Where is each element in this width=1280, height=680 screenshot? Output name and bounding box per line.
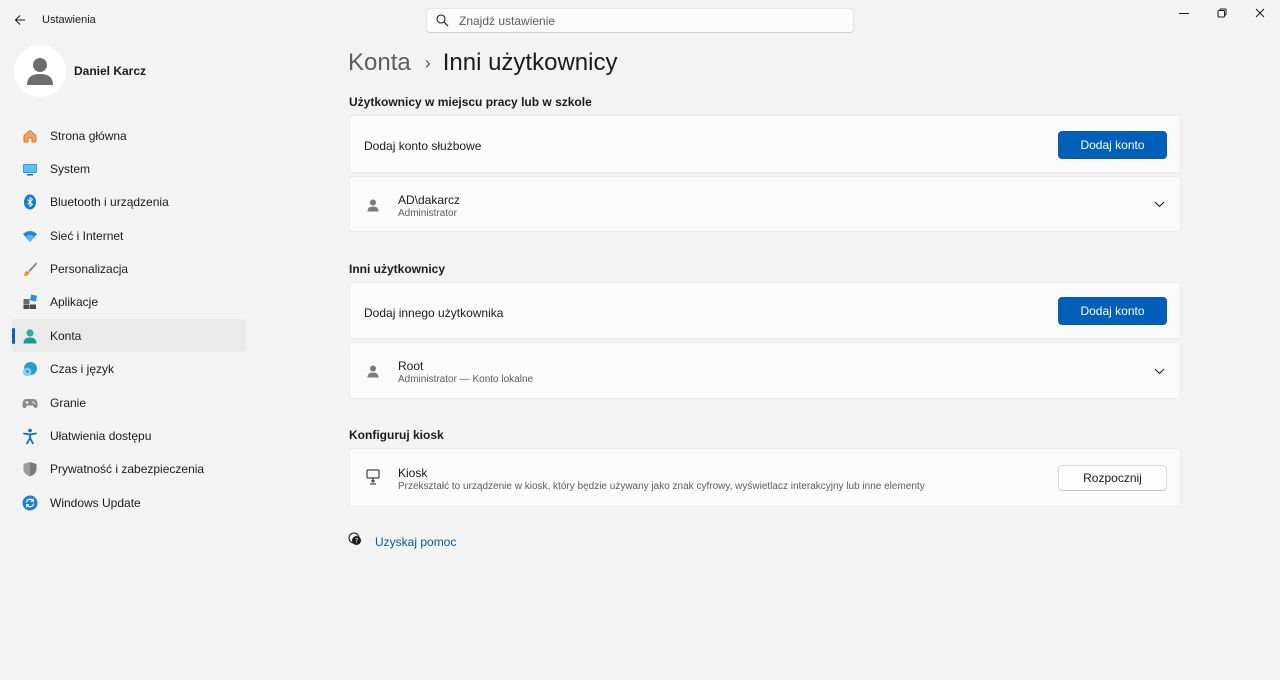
sidebar-item-gaming[interactable]: Granie xyxy=(12,386,246,419)
help-icon: ? xyxy=(348,532,362,551)
accounts-icon xyxy=(22,328,38,344)
sidebar-item-bluetooth[interactable]: Bluetooth i urządzenia xyxy=(12,186,246,219)
work-user-role: Administrator xyxy=(398,208,457,219)
wifi-icon xyxy=(22,228,38,244)
sidebar-item-label: Konta xyxy=(50,328,82,343)
add-work-account-label: Dodaj konto służbowe xyxy=(364,139,482,153)
app-title: Ustawienia xyxy=(42,14,96,26)
sidebar-item-label: System xyxy=(50,161,91,176)
get-help-link[interactable]: ? Uzyskaj pomoc xyxy=(348,532,456,551)
bluetooth-icon xyxy=(22,194,38,210)
other-user-role: Administrator — Konto lokalne xyxy=(398,374,534,385)
sidebar-item-privacy[interactable]: Prywatność i zabezpieczenia xyxy=(12,453,246,486)
close-icon[interactable] xyxy=(1242,0,1278,26)
brush-icon xyxy=(22,261,38,277)
sidebar-item-label: Czas i język xyxy=(50,362,115,377)
sidebar-item-label: Granie xyxy=(50,395,87,410)
sidebar-item-system[interactable]: System xyxy=(12,152,246,185)
add-work-account-button[interactable]: Dodaj konto xyxy=(1058,131,1167,159)
add-other-user-label: Dodaj innego użytkownika xyxy=(364,306,504,320)
section-title-kiosk: Konfiguruj kiosk xyxy=(349,428,444,442)
sidebar-item-label: Aplikacje xyxy=(50,295,99,310)
sidebar-item-accounts[interactable]: Konta xyxy=(12,319,246,353)
get-help-label[interactable]: Uzyskaj pomoc xyxy=(375,535,456,549)
sidebar-item-label: Personalizacja xyxy=(50,262,129,277)
section-title-work: Użytkownicy w miejscu pracy lub w szkole xyxy=(349,95,592,109)
chevron-down-icon[interactable] xyxy=(1152,364,1166,378)
other-user-name: Root xyxy=(398,359,424,373)
sidebar-item-label: Strona główna xyxy=(50,128,127,143)
sidebar-item-windows-update[interactable]: Windows Update xyxy=(12,486,246,519)
sidebar-item-label: Windows Update xyxy=(50,495,141,510)
chevron-down-icon[interactable] xyxy=(1152,197,1166,211)
accessibility-icon xyxy=(22,428,38,445)
time-language-icon xyxy=(22,361,38,377)
search-box[interactable] xyxy=(426,8,854,33)
other-user-row[interactable]: Root Administrator — Konto lokalne xyxy=(349,342,1181,399)
svg-text:?: ? xyxy=(355,537,359,545)
add-other-user-button[interactable]: Dodaj konto xyxy=(1058,297,1167,325)
user-profile[interactable]: Daniel Karcz xyxy=(14,44,146,98)
gamepad-icon xyxy=(22,395,38,411)
sidebar-item-accessibility[interactable]: Ułatwienia dostępu xyxy=(12,420,246,453)
title-bar: Ustawienia xyxy=(0,0,1280,40)
home-icon xyxy=(22,128,38,144)
sidebar-item-time-language[interactable]: Czas i język xyxy=(12,353,246,386)
kiosk-icon xyxy=(365,469,381,485)
add-work-account-card: Dodaj konto służbowe Dodaj konto xyxy=(349,115,1181,173)
sidebar-item-label: Prywatność i zabezpieczenia xyxy=(50,462,205,477)
sidebar-item-label: Sieć i Internet xyxy=(50,228,124,243)
section-title-others: Inni użytkownicy xyxy=(349,262,446,276)
sidebar-item-apps[interactable]: Aplikacje xyxy=(12,286,246,319)
sidebar-item-home[interactable]: Strona główna xyxy=(12,119,246,152)
minimize-icon[interactable] xyxy=(1166,0,1202,26)
apps-icon xyxy=(22,294,38,310)
breadcrumb-separator: › xyxy=(424,52,431,73)
search-icon xyxy=(436,14,450,28)
avatar xyxy=(14,45,66,97)
sidebar-nav: Strona główna System Bluetooth i urządze… xyxy=(12,119,246,520)
add-other-user-card: Dodaj innego użytkownika Dodaj konto xyxy=(349,282,1181,339)
page-title: Inni użytkownicy xyxy=(442,49,618,76)
search-input[interactable] xyxy=(459,13,839,28)
work-user-row[interactable]: AD\dakarcz Administrator xyxy=(349,176,1181,232)
breadcrumb-parent[interactable]: Konta xyxy=(348,49,411,77)
system-icon xyxy=(22,161,38,177)
kiosk-description: Przekształć to urządzenie w kiosk, który… xyxy=(398,481,925,492)
user-icon xyxy=(365,197,381,213)
sidebar-item-personalization[interactable]: Personalizacja xyxy=(12,253,246,286)
restore-icon[interactable] xyxy=(1204,0,1240,26)
shield-icon xyxy=(22,461,38,477)
kiosk-name: Kiosk xyxy=(398,466,428,480)
sidebar-item-label: Ułatwienia dostępu xyxy=(50,429,152,444)
sidebar-item-network[interactable]: Sieć i Internet xyxy=(12,219,246,252)
user-name: Daniel Karcz xyxy=(74,64,147,78)
start-kiosk-button[interactable]: Rozpocznij xyxy=(1058,465,1167,491)
sidebar-item-label: Bluetooth i urządzenia xyxy=(50,195,169,210)
update-icon xyxy=(22,495,38,511)
work-user-name: AD\dakarcz xyxy=(398,193,461,207)
breadcrumb: Konta › Inni użytkownicy xyxy=(348,46,617,80)
user-icon xyxy=(365,363,381,379)
kiosk-card: Kiosk Przekształć to urządzenie w kiosk,… xyxy=(349,448,1181,505)
back-arrow-icon[interactable] xyxy=(10,10,30,30)
